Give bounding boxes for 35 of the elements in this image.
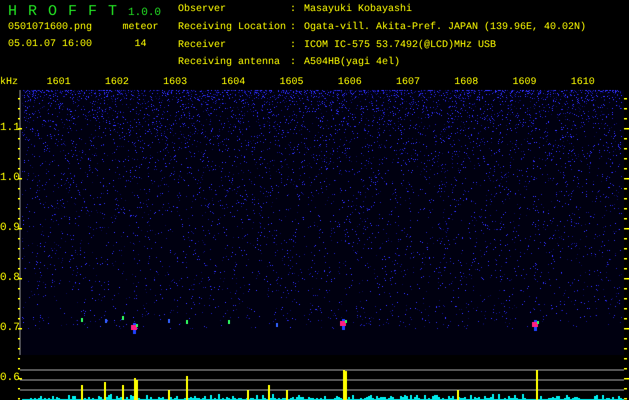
colon-separator: : [290, 3, 298, 17]
station-value: ICOM IC-575 53.7492(@LCD)MHz USB [304, 38, 498, 52]
colon-separator: : [290, 20, 298, 35]
minute-label: 1607 [396, 76, 422, 88]
frequency-label: 0.9 [0, 221, 18, 236]
station-value: A504HB(yagi 4el) [304, 56, 402, 70]
file-datetime: 05.01.07 16:00 [8, 38, 94, 51]
frequency-label: 0.7 [0, 321, 18, 336]
colon-separator: : [290, 38, 298, 52]
meteor-count: 14 [133, 38, 148, 51]
minute-label: 1610 [570, 76, 596, 88]
meteor-label: meteor [121, 21, 160, 34]
frequency-label: 0.6 [0, 371, 18, 386]
frequency-label: 1.1 [0, 121, 18, 136]
colon-separator: : [290, 56, 298, 70]
station-value: Ogata-vill. Akita-Pref. JAPAN (139.96E, 40.02N) [304, 20, 586, 35]
minute-label: 1603 [163, 76, 188, 88]
minute-label: 1606 [338, 76, 363, 88]
minute-label: 1601 [46, 76, 72, 88]
frequency-label: 1.0 [0, 171, 18, 186]
minute-label: 1602 [104, 76, 130, 88]
station-label: Receiving Location [178, 20, 288, 35]
station-value: Masayuki Kobayashi [304, 3, 414, 17]
minute-label: 1604 [221, 76, 246, 88]
station-label: Observer [178, 3, 228, 17]
app-name: H R O F F T [8, 3, 118, 20]
station-label: Receiving antenna [178, 56, 282, 70]
minute-label: 1608 [454, 76, 480, 88]
minute-label: 1609 [512, 76, 538, 88]
app-version: 1.0.0 [128, 7, 162, 19]
unit-label: kHz [0, 76, 20, 88]
file-name: 0501071600.png [8, 21, 94, 34]
frequency-label: 0.8 [0, 271, 18, 286]
station-label: Receiver [178, 38, 228, 52]
minute-label: 1605 [280, 76, 305, 88]
